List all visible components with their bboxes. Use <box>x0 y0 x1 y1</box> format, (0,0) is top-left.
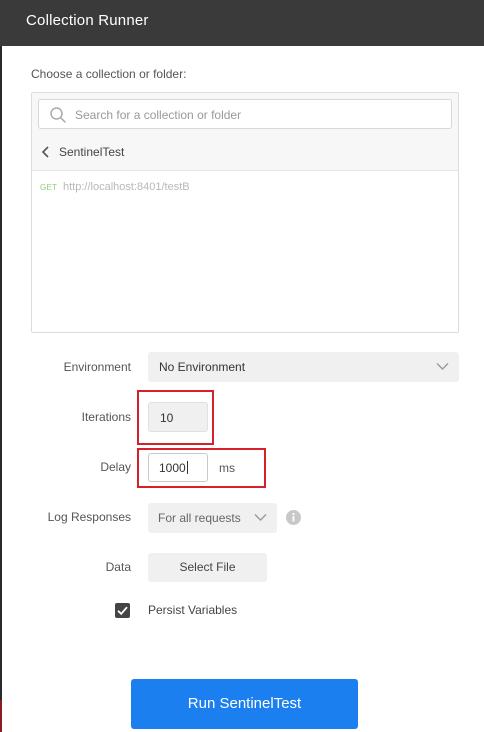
window-left-edge <box>0 46 2 732</box>
iterations-highlight-box <box>137 390 214 445</box>
environment-select[interactable]: No Environment <box>148 352 459 382</box>
search-icon <box>50 107 66 123</box>
back-to-collections-button[interactable]: SentinelTest <box>32 137 458 167</box>
persist-variables-label: Persist Variables <box>148 603 238 617</box>
choose-collection-label: Choose a collection or folder: <box>31 67 187 81</box>
picker-header: SentinelTest <box>32 93 458 171</box>
log-responses-value: For all requests <box>158 511 241 525</box>
environment-value: No Environment <box>159 360 246 374</box>
window-left-edge-accent <box>0 700 2 732</box>
collection-picker: SentinelTest GET http://localhost:8401/t… <box>31 92 459 333</box>
info-icon[interactable] <box>286 510 301 525</box>
log-responses-select[interactable]: For all requests <box>148 503 277 533</box>
persist-variables-checkbox[interactable] <box>115 603 130 618</box>
request-method-badge: GET <box>40 183 58 192</box>
search-box[interactable] <box>38 99 452 129</box>
checkmark-icon <box>117 606 128 616</box>
search-input[interactable] <box>75 104 445 125</box>
chevron-down-icon <box>436 363 449 370</box>
delay-highlight-box <box>137 448 266 488</box>
run-collection-button[interactable]: Run SentinelTest <box>131 679 358 729</box>
folder-name: SentinelTest <box>59 145 125 159</box>
chevron-left-icon <box>41 146 49 158</box>
data-label: Data <box>105 560 131 574</box>
select-file-button[interactable]: Select File <box>148 553 267 582</box>
log-responses-label: Log Responses <box>47 510 131 524</box>
chevron-down-icon <box>254 514 267 521</box>
environment-label: Environment <box>63 360 131 374</box>
request-url: http://localhost:8401/testB <box>63 181 190 193</box>
title-bar: Collection Runner <box>0 0 484 46</box>
iterations-label: Iterations <box>81 410 131 424</box>
delay-label: Delay <box>100 460 131 474</box>
window-title: Collection Runner <box>26 12 149 29</box>
